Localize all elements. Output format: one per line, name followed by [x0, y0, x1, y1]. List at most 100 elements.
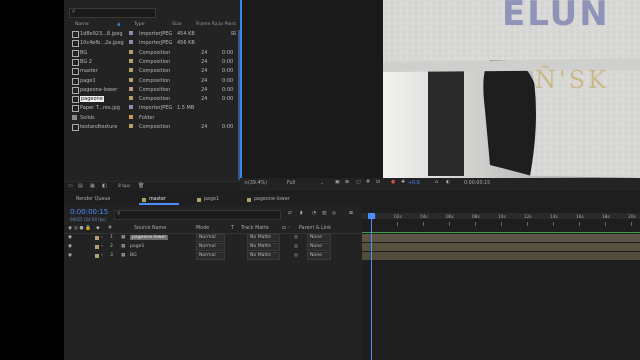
layer-number: 2: [110, 244, 113, 249]
item-fps: 24: [201, 77, 208, 84]
col-source-name[interactable]: Source Name: [134, 226, 166, 231]
col-type[interactable]: Type: [134, 22, 145, 27]
col-track-matte[interactable]: Track Matte: [241, 226, 269, 231]
color-channels-icon[interactable]: ●: [391, 180, 395, 185]
sort-icon[interactable]: ▲: [117, 22, 121, 27]
project-item[interactable]: 10c4efb...2e.jpeg ImporterJPEG 456 KB: [69, 39, 239, 48]
project-item[interactable]: Paper T...res.jpg ImporterJPEG 1.5 MB: [69, 104, 239, 113]
exposure-icon[interactable]: ✚: [401, 180, 405, 185]
layer-mode-dropdown[interactable]: Normal: [196, 234, 225, 242]
project-item[interactable]: master Composition 24 0:00: [69, 67, 239, 76]
viewer-timecode[interactable]: 0:00:00:15: [464, 181, 490, 186]
layer-row[interactable]: ◉ › 3 ▦ BG Normal No Matte ◎ None: [64, 252, 362, 260]
layer-bar-2[interactable]: [362, 243, 640, 251]
ruler-tick: [553, 222, 554, 226]
layer-label-swatch[interactable]: [95, 245, 99, 249]
graph-editor-icon[interactable]: ⊠: [349, 211, 353, 216]
grid-icon[interactable]: #: [366, 180, 370, 185]
layer-label-swatch[interactable]: [95, 236, 99, 240]
visibility-icon[interactable]: ◉: [68, 244, 72, 249]
col-size[interactable]: Size: [172, 22, 181, 27]
label-color-swatch[interactable]: [129, 105, 133, 110]
twirl-icon[interactable]: ›: [101, 244, 103, 249]
label-color-swatch[interactable]: [129, 40, 133, 45]
comp-flowchart-icon[interactable]: ⇄: [288, 211, 292, 216]
shy-icon[interactable]: ◔: [312, 211, 316, 216]
project-item[interactable]: Solids Folder: [69, 114, 239, 122]
col-name[interactable]: Name: [75, 22, 89, 27]
layer-bar-3[interactable]: [362, 252, 640, 260]
adjust-icon[interactable]: ◧: [102, 183, 107, 189]
project-item[interactable]: page1 Composition 24 0:00: [69, 77, 239, 85]
region-icon[interactable]: ▣: [335, 180, 340, 185]
tab-pageone-lower[interactable]: pageone-lower: [254, 197, 290, 202]
parent-dropdown[interactable]: None: [307, 234, 331, 242]
zoom-dropdown[interactable]: (39.4%): [248, 181, 267, 186]
draft-3d-icon[interactable]: ⧫: [300, 211, 302, 216]
camera-icon[interactable]: ⌂: [435, 180, 438, 185]
playhead-handle[interactable]: [368, 213, 375, 219]
label-color-swatch[interactable]: [129, 31, 133, 35]
project-item[interactable]: pageone-lower Composition 24 0:00: [69, 86, 239, 94]
col-in[interactable]: In Point: [219, 22, 236, 27]
label-color-swatch[interactable]: [129, 86, 133, 91]
label-color-swatch[interactable]: [129, 58, 133, 63]
layer-mode-dropdown[interactable]: Normal: [196, 252, 225, 260]
item-type: Composition: [139, 77, 171, 84]
project-item[interactable]: textandtexture Composition 24 0:00: [69, 123, 239, 131]
layer-mode-dropdown[interactable]: Normal: [196, 243, 225, 251]
mask-icon[interactable]: ▢: [356, 180, 361, 185]
track-matte-dropdown[interactable]: No Matte: [247, 243, 280, 251]
parent-pickwhip-icon[interactable]: ◎: [294, 253, 298, 258]
tab-master[interactable]: master: [149, 197, 166, 202]
label-color-swatch[interactable]: [129, 49, 133, 54]
layer-label-swatch[interactable]: [95, 254, 99, 258]
twirl-icon[interactable]: ›: [101, 235, 103, 240]
layer-bar-1[interactable]: [362, 234, 640, 242]
tab-render-queue[interactable]: Render Queue: [76, 197, 110, 202]
parent-pickwhip-icon[interactable]: ◎: [294, 235, 298, 240]
visibility-icon[interactable]: ◉: [68, 253, 72, 258]
frame-blend-icon[interactable]: ▥: [322, 211, 327, 216]
transparency-grid-icon[interactable]: ⊠: [345, 180, 349, 185]
item-in: 0:00: [222, 124, 234, 130]
interpret-footage-icon[interactable]: ▭: [68, 183, 73, 189]
col-parent[interactable]: Parent & Link: [299, 226, 331, 231]
project-item[interactable]: BG Composition 24 0:00: [69, 49, 239, 57]
exposure-value[interactable]: +0.0: [408, 181, 420, 186]
label-color-swatch[interactable]: [129, 96, 133, 101]
visibility-icon[interactable]: ◉: [68, 235, 72, 240]
label-color-swatch[interactable]: [129, 124, 133, 128]
motion-blur-icon[interactable]: ◎: [332, 211, 336, 216]
label-color-swatch[interactable]: [129, 114, 133, 119]
col-mode[interactable]: Mode: [196, 226, 209, 231]
track-matte-dropdown[interactable]: No Matte: [247, 234, 280, 242]
bpc-label[interactable]: 8 bpc: [118, 184, 130, 189]
project-item[interactable]: BG 2 Composition 24 0:00: [69, 58, 239, 66]
label-color-swatch[interactable]: [129, 68, 133, 73]
view-icon[interactable]: ⊡: [376, 180, 380, 185]
track-matte-dropdown[interactable]: No Matte: [247, 252, 280, 260]
snapshot-icon[interactable]: ◐: [446, 180, 450, 185]
timeline-search-input[interactable]: ⚲: [114, 210, 281, 220]
col-t[interactable]: T: [231, 226, 234, 231]
trash-icon[interactable]: 🗑: [138, 183, 144, 189]
playhead[interactable]: [371, 213, 372, 360]
layer-row[interactable]: ◉ › 1 ▦ pageone-lower Normal No Matte ◎ None: [64, 234, 362, 242]
new-folder-icon[interactable]: ▤: [78, 183, 83, 189]
layer-row[interactable]: ◉ › 2 ▦ page1 Normal No Matte ◎ None: [64, 243, 362, 251]
resolution-dropdown[interactable]: Full: [287, 181, 295, 186]
project-item[interactable]: 1d8e923...8.jpeg ImporterJPEG 454 KB: [69, 30, 239, 38]
parent-dropdown[interactable]: None: [307, 252, 331, 260]
tab-page1[interactable]: page1: [204, 197, 219, 202]
project-search-input[interactable]: ⚲: [69, 8, 156, 18]
project-item[interactable]: pageone Composition 24 0:00: [69, 95, 239, 104]
parent-dropdown[interactable]: None: [307, 243, 331, 251]
new-composition-icon[interactable]: ▦: [90, 183, 95, 189]
label-color-swatch[interactable]: [129, 77, 133, 82]
current-time[interactable]: 0:00:00:15: [70, 208, 108, 216]
resolution-chevron-icon[interactable]: ⌄: [320, 181, 324, 186]
parent-pickwhip-icon[interactable]: ◎: [294, 244, 298, 249]
timeline-graph: 00s02s04s06s08s10s12s14s16s18s20s: [362, 205, 640, 360]
twirl-icon[interactable]: ›: [101, 253, 103, 258]
